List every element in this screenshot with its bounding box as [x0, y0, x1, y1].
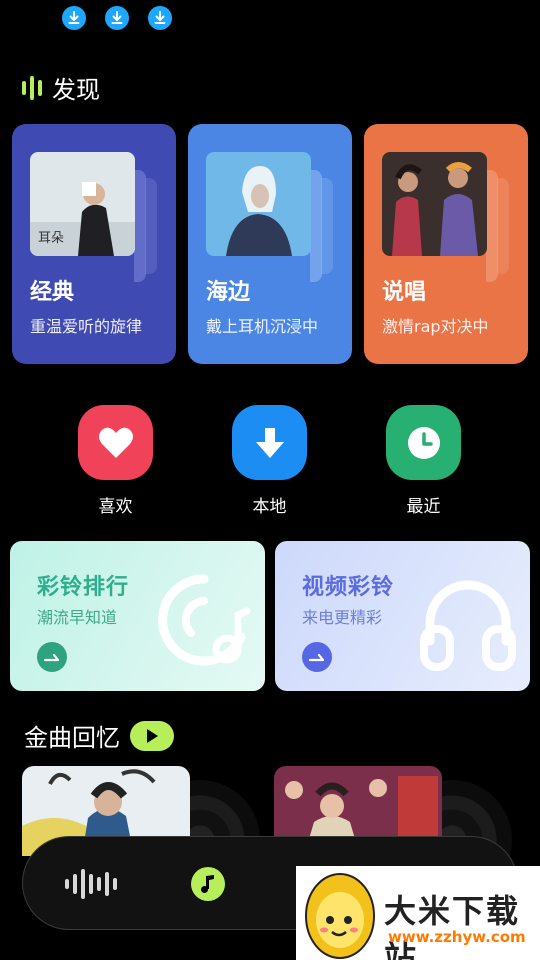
golden-memories-header: 金曲回忆 [24, 718, 174, 753]
card-subtitle: 激情rap对决中 [382, 317, 489, 336]
download-icon [148, 6, 172, 30]
svg-text:耳朵: 耳朵 [38, 231, 64, 246]
discover-card-classic[interactable]: 耳朵 经典 重温爱听的旋律 [12, 124, 176, 364]
heart-icon [78, 405, 153, 480]
card-subtitle: 重温爱听的旋律 [30, 317, 143, 336]
section-title: 发现 [52, 76, 100, 104]
video-ringtone-card[interactable]: 视频彩铃 来电更精彩 [275, 541, 530, 691]
shortcut-favorites[interactable]: 喜欢 [78, 405, 153, 517]
ringtone-ranking-card[interactable]: 彩铃排行 潮流早知道 [10, 541, 265, 691]
shortcut-local[interactable]: 本地 [232, 405, 307, 517]
status-download-icons [62, 6, 172, 30]
shortcut-recent[interactable]: 最近 [386, 405, 461, 517]
watermark-url: www.zzhyw.com [388, 928, 526, 946]
card-title: 经典 [30, 280, 75, 305]
download-icon [62, 6, 86, 30]
promo-subtitle: 潮流早知道 [37, 608, 118, 627]
shortcut-label: 最近 [406, 497, 441, 517]
discover-card-seaside[interactable]: 海边 戴上耳机沉浸中 [188, 124, 352, 364]
shortcut-label: 喜欢 [98, 497, 133, 517]
equalizer-icon [22, 75, 42, 100]
cover-image [206, 152, 311, 256]
section-title: 金曲回忆 [24, 724, 120, 752]
discover-cards: 耳朵 经典 重温爱听的旋律 海边 戴上耳机沉浸中 说唱 激情rap对决中 [12, 124, 528, 364]
download-arrow-icon [232, 405, 307, 480]
cover-image: 耳朵 [30, 152, 135, 256]
waveform-icon[interactable] [65, 867, 117, 901]
album-item[interactable] [22, 766, 262, 900]
promo-subtitle: 来电更精彩 [302, 608, 383, 627]
discover-header: 发现 [22, 70, 100, 105]
arrow-right-icon[interactable] [37, 642, 67, 672]
shortcut-label: 本地 [252, 497, 287, 517]
headphones-icon [418, 571, 518, 675]
card-subtitle: 戴上耳机沉浸中 [206, 317, 319, 336]
cover-image [382, 152, 487, 256]
watermark-logo: 大米下载站 www.zzhyw.com [296, 866, 540, 960]
mascot-icon [305, 873, 375, 959]
shortcut-row: 喜欢 本地 最近 [78, 405, 461, 517]
music-note-icon[interactable] [191, 867, 225, 901]
album-item[interactable] [274, 766, 514, 900]
play-icon[interactable] [130, 720, 174, 751]
card-title: 说唱 [382, 280, 427, 305]
watermark-name: 大米下载站 [384, 892, 521, 960]
promo-title: 彩铃排行 [37, 575, 130, 600]
discover-card-rap[interactable]: 说唱 激情rap对决中 [364, 124, 528, 364]
card-title: 海边 [206, 280, 251, 305]
clock-icon [386, 405, 461, 480]
arrow-right-icon[interactable] [302, 642, 332, 672]
promo-title: 视频彩铃 [302, 575, 395, 600]
download-icon [105, 6, 129, 30]
music-disc-icon [155, 571, 253, 673]
